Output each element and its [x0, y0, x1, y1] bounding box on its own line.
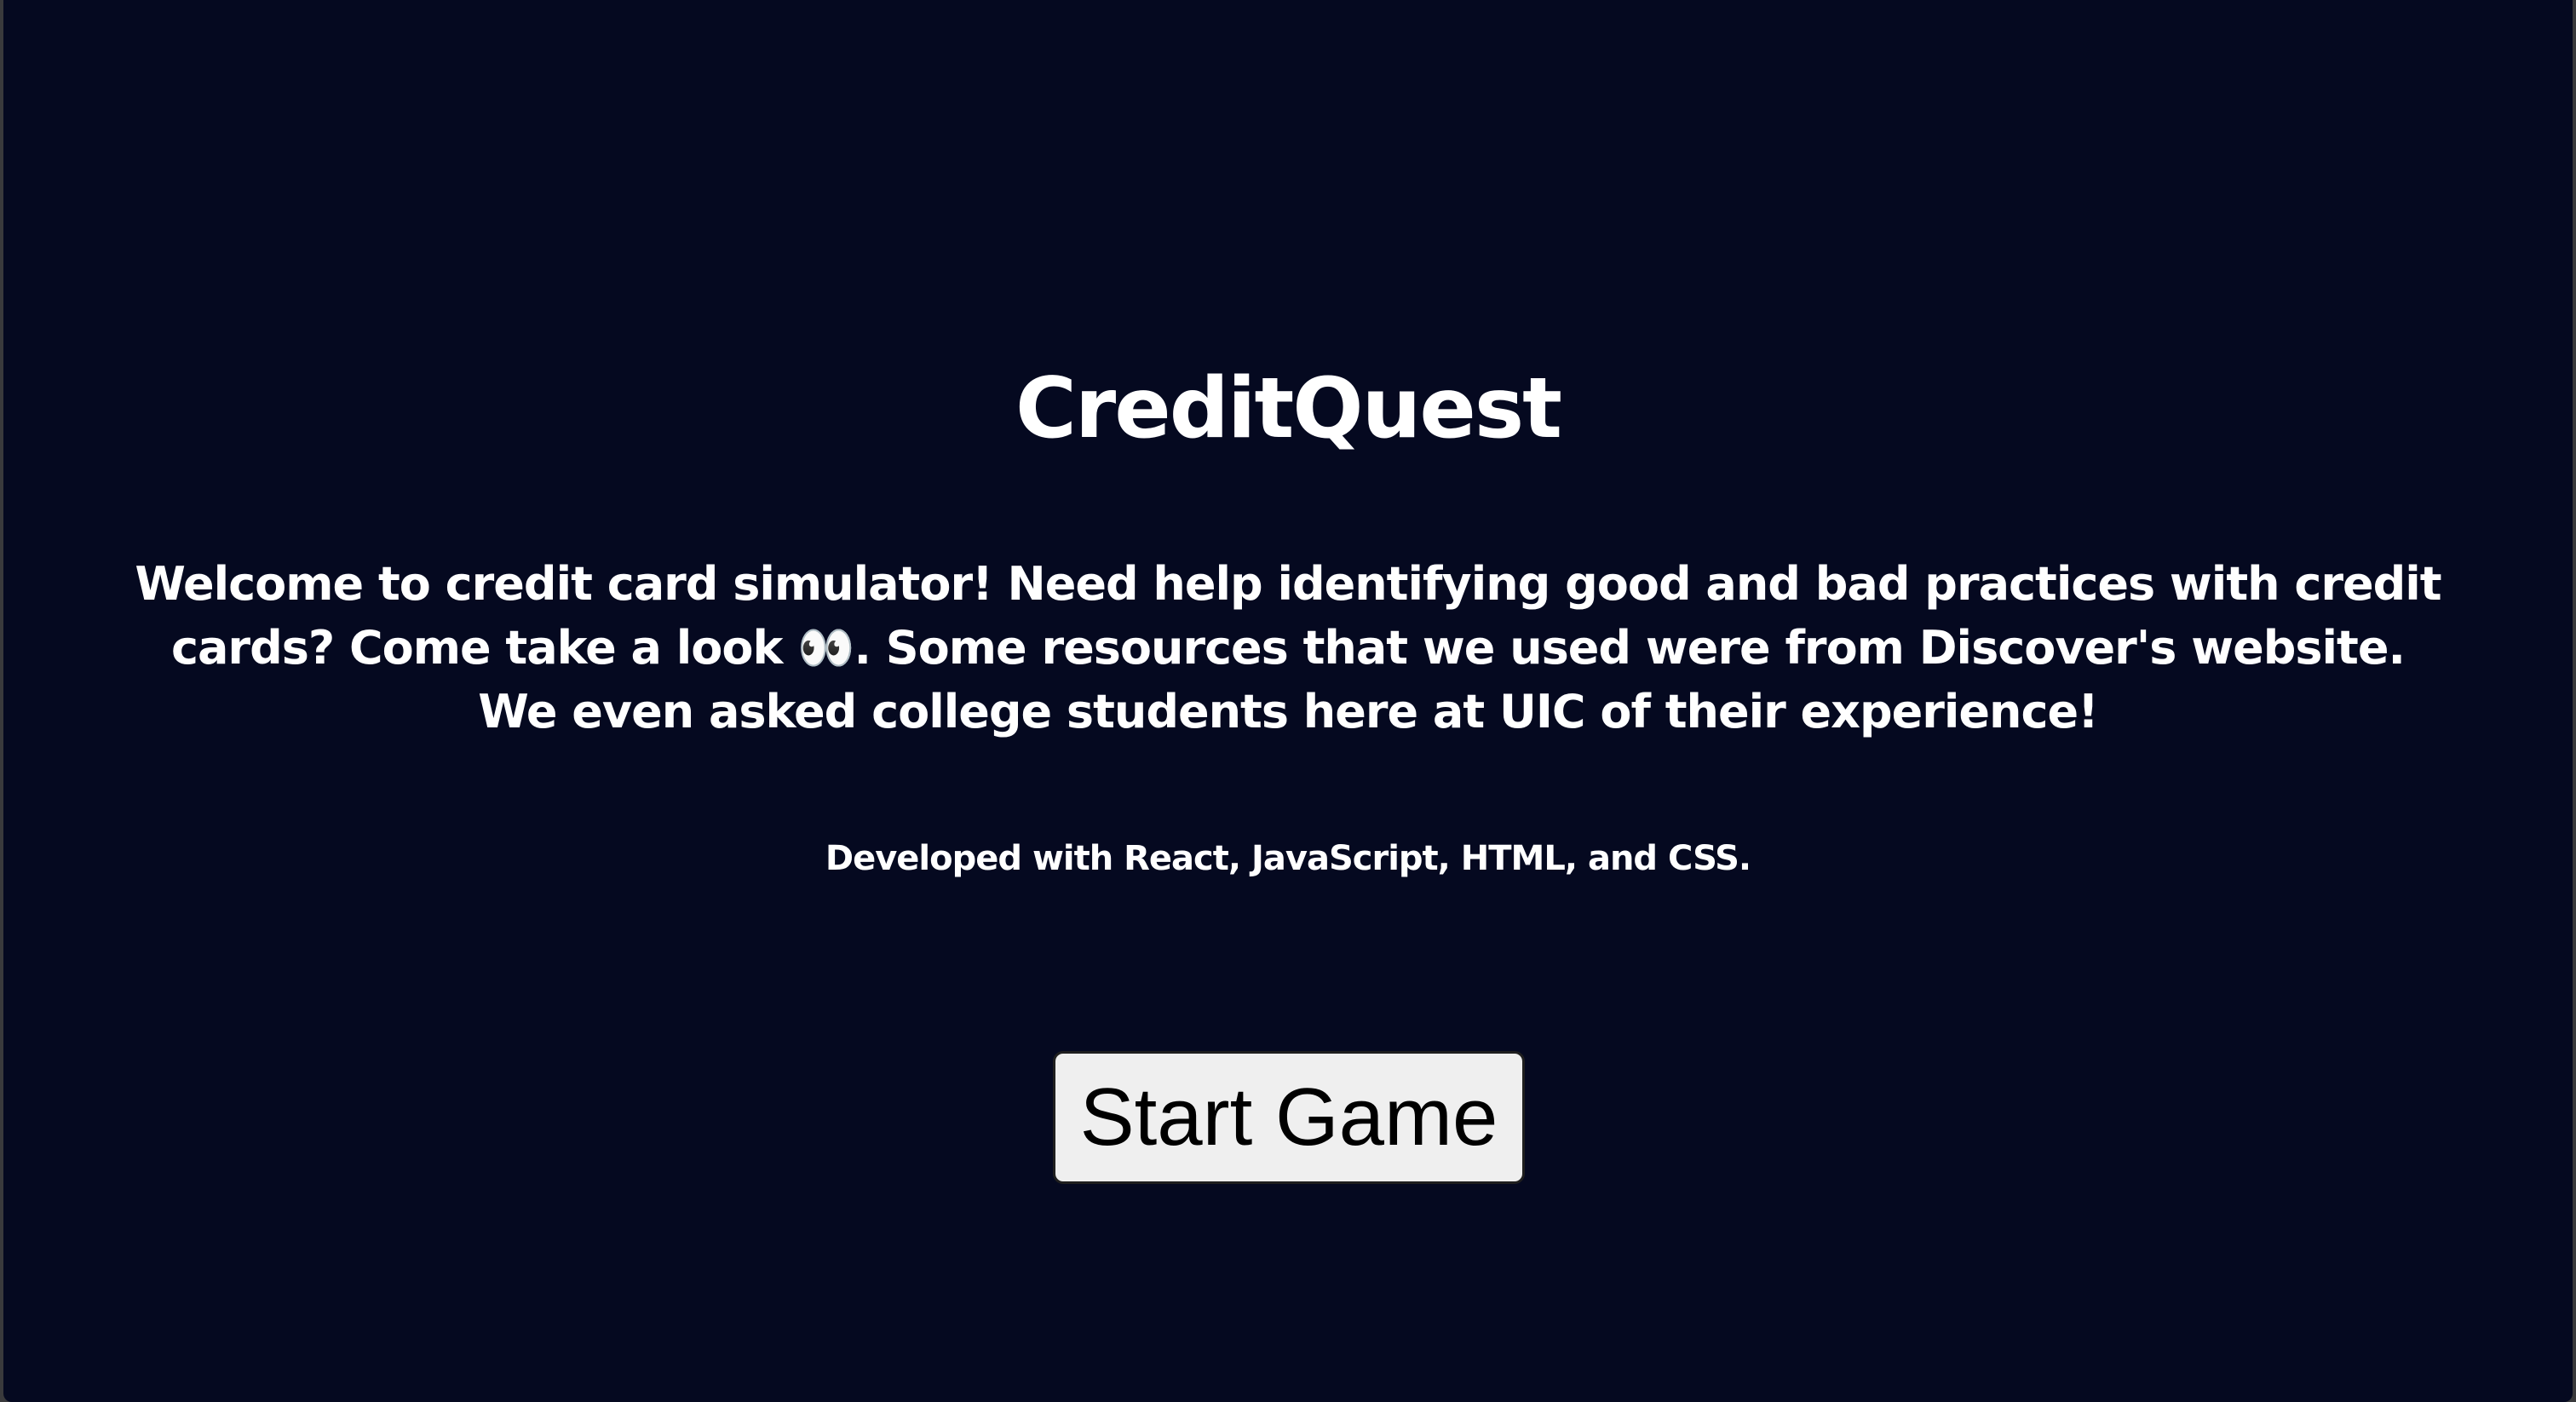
- page-title: CreditQuest: [1015, 360, 1562, 457]
- intro-paragraph: Welcome to credit card simulator! Need h…: [128, 552, 2448, 744]
- eyes-icon: 👀: [797, 621, 854, 675]
- landing-page: CreditQuest Welcome to credit card simul…: [3, 0, 2573, 1402]
- start-game-button[interactable]: Start Game: [1053, 1051, 1525, 1184]
- tech-stack-note: Developed with React, JavaScript, HTML, …: [825, 839, 1751, 878]
